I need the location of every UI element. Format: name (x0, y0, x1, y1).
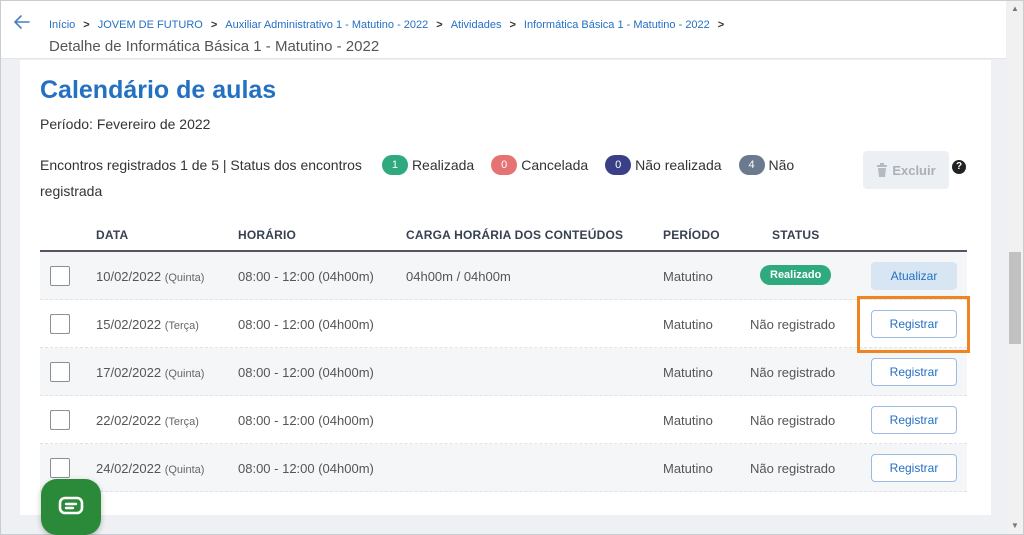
breadcrumb-separator: > (83, 19, 90, 31)
count-nao-registrada-badge: 4 (738, 155, 765, 176)
table-row: 24/02/2022 (Quinta) 08:00 - 12:00 (04h00… (40, 444, 967, 492)
row-checkbox[interactable] (50, 266, 70, 286)
load-cell: 04h00m / 04h00m (406, 269, 511, 284)
status-text: Não registrado (750, 365, 836, 380)
page-title: Detalhe de Informática Básica 1 - Matuti… (49, 38, 380, 55)
scroll-up-icon[interactable]: ▲ (1007, 2, 1023, 16)
time-cell: 08:00 - 12:00 (04h00m) (238, 317, 374, 332)
register-button[interactable]: Registrar (871, 454, 957, 482)
table-row: 22/02/2022 (Terça) 08:00 - 12:00 (04h00m… (40, 396, 967, 444)
weekday-value: (Quinta) (164, 272, 205, 284)
breadcrumb-course[interactable]: Auxiliar Administrativo 1 - Matutino - 2… (225, 19, 428, 31)
table-header: DATA HORÁRIO CARGA HORÁRIA DOS CONTEÚDOS… (40, 218, 967, 252)
table-row: 17/02/2022 (Quinta) 08:00 - 12:00 (04h00… (40, 348, 967, 396)
date-value: 10/02/2022 (96, 269, 162, 284)
lessons-table: DATA HORÁRIO CARGA HORÁRIA DOS CONTEÚDOS… (40, 218, 967, 492)
breadcrumb: Início > JOVEM DE FUTURO > Auxiliar Admi… (49, 19, 732, 31)
status-text: Não registrado (750, 461, 836, 476)
breadcrumb-separator: > (509, 19, 516, 31)
label-cancelada: Cancelada (521, 157, 589, 173)
header-carga-horaria: CARGA HORÁRIA DOS CONTEÚDOS (406, 228, 624, 242)
header-horario: HORÁRIO (238, 228, 297, 242)
period-cell: Matutino (663, 317, 713, 332)
weekday-value: (Quinta) (164, 464, 205, 476)
trash-icon (877, 163, 888, 177)
header-periodo: PERÍODO (663, 228, 720, 242)
date-value: 24/02/2022 (96, 461, 162, 476)
period-cell: Matutino (663, 365, 713, 380)
date-cell: 24/02/2022 (Quinta) (96, 461, 204, 476)
date-cell: 22/02/2022 (Terça) (96, 413, 199, 428)
date-cell: 10/02/2022 (Quinta) (96, 269, 204, 284)
row-checkbox[interactable] (50, 410, 70, 430)
period-cell: Matutino (663, 413, 713, 428)
header-status: STATUS (772, 228, 820, 242)
date-value: 17/02/2022 (96, 365, 162, 380)
help-circle-icon[interactable]: ? (952, 160, 966, 174)
register-button[interactable]: Registrar (871, 310, 957, 338)
delete-button[interactable]: Excluir (863, 151, 949, 189)
time-cell: 08:00 - 12:00 (04h00m) (238, 413, 374, 428)
date-value: 22/02/2022 (96, 413, 162, 428)
period-cell: Matutino (663, 461, 713, 476)
date-cell: 15/02/2022 (Terça) (96, 317, 199, 332)
breadcrumb-separator: > (717, 19, 725, 31)
top-bar: Início > JOVEM DE FUTURO > Auxiliar Admi… (1, 1, 1006, 59)
label-realizada: Realizada (411, 157, 475, 173)
status-badge: Realizado (760, 265, 832, 285)
date-value: 15/02/2022 (96, 317, 162, 332)
time-cell: 08:00 - 12:00 (04h00m) (238, 269, 374, 284)
register-button[interactable]: Registrar (871, 358, 957, 386)
count-cancelada-badge: 0 (491, 155, 518, 176)
row-checkbox[interactable] (50, 362, 70, 382)
status-text: Não registrado (750, 317, 836, 332)
breadcrumb-separator: > (436, 19, 443, 31)
summary-text: Encontros registrados 1 de 5 | Status do… (40, 157, 362, 173)
update-button[interactable]: Atualizar (871, 262, 957, 290)
weekday-value: (Terça) (164, 416, 199, 428)
time-cell: 08:00 - 12:00 (04h00m) (238, 461, 374, 476)
breadcrumb-jovem-de-futuro[interactable]: JOVEM DE FUTURO (98, 19, 203, 31)
table-row: 10/02/2022 (Quinta) 08:00 - 12:00 (04h00… (40, 252, 967, 300)
weekday-value: (Quinta) (164, 368, 205, 380)
section-heading: Calendário de aulas (40, 76, 277, 104)
count-realizada-badge: 1 (381, 155, 408, 176)
date-cell: 17/02/2022 (Quinta) (96, 365, 204, 380)
table-row: 15/02/2022 (Terça) 08:00 - 12:00 (04h00m… (40, 300, 967, 348)
breadcrumb-inicio[interactable]: Início (49, 19, 75, 31)
row-checkbox[interactable] (50, 314, 70, 334)
breadcrumb-separator: > (210, 19, 218, 31)
time-cell: 08:00 - 12:00 (04h00m) (238, 365, 374, 380)
label-nao-realizada: Não realizada (635, 157, 722, 173)
scroll-down-icon[interactable]: ▼ (1007, 519, 1023, 533)
register-button[interactable]: Registrar (871, 406, 957, 434)
count-nao-realizada-badge: 0 (605, 155, 632, 176)
chat-icon (58, 496, 84, 515)
back-arrow-icon[interactable] (13, 13, 35, 35)
delete-label: Excluir (892, 162, 936, 178)
status-text: Não registrado (750, 413, 836, 428)
chat-button[interactable] (41, 479, 101, 535)
calendar-card: Calendário de aulas Período: Fevereiro d… (20, 60, 991, 515)
breadcrumb-atividades[interactable]: Atividades (451, 19, 502, 31)
header-data: DATA (96, 228, 129, 242)
status-summary: Encontros registrados 1 de 5 | Status do… (40, 152, 840, 204)
row-checkbox[interactable] (50, 458, 70, 478)
breadcrumb-activity[interactable]: Informática Básica 1 - Matutino - 2022 (524, 19, 710, 31)
period-label: Período: Fevereiro de 2022 (40, 116, 211, 132)
period-cell: Matutino (663, 269, 713, 284)
scrollbar-thumb[interactable] (1009, 252, 1021, 344)
weekday-value: (Terça) (164, 320, 199, 332)
